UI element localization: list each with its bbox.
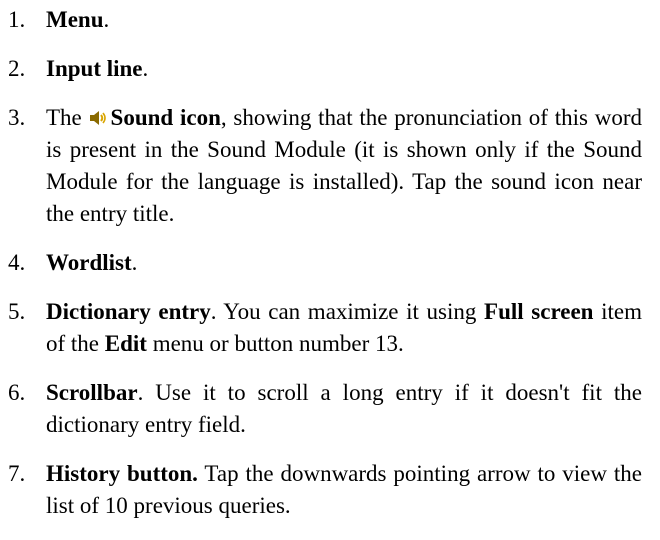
item-description: . You can maximize it using (210, 299, 485, 324)
item-number: 5. (8, 299, 26, 324)
item-text: Menu. (46, 4, 642, 36)
item-text: The Sound icon, showing that the pronunc… (46, 102, 642, 230)
item-title: Input line (46, 56, 143, 81)
item-title: Scrollbar (46, 380, 138, 405)
item-title: Dictionary entry (46, 299, 211, 324)
item-number: 1. (8, 7, 26, 32)
item-prefix: The (46, 105, 89, 130)
full-screen-term: Full screen (484, 299, 594, 324)
item-description: . (131, 250, 138, 275)
item-number: 4. (8, 250, 26, 275)
edit-menu-term: Edit (104, 331, 147, 356)
item-text: Input line. (46, 53, 642, 85)
item-title: Wordlist (46, 250, 132, 275)
list-item-history-button: 7. History button. Tap the downwards poi… (0, 458, 660, 522)
item-number: 3. (8, 105, 26, 130)
list-item-dictionary-entry: 5. Dictionary entry. You can maximize it… (0, 296, 660, 360)
list-item-menu: 1. Menu. (0, 4, 660, 36)
item-number: 7. (8, 461, 26, 486)
item-text: Wordlist. (46, 247, 642, 279)
item-text: History button. Tap the downwards pointi… (46, 458, 642, 522)
item-title: History button. (46, 461, 198, 486)
item-description: . (103, 7, 110, 32)
item-text: Scrollbar. Use it to scroll a long entry… (46, 377, 642, 441)
item-text: Dictionary entry. You can maximize it us… (46, 296, 642, 360)
list-item-wordlist: 4. Wordlist. (0, 247, 660, 279)
item-title: Sound icon (110, 105, 221, 130)
item-number: 2. (8, 56, 26, 81)
item-title: Menu (46, 7, 104, 32)
item-number: 6. (8, 380, 26, 405)
numbered-list: 1. Menu. 2. Input line. 3. The Sound ico… (0, 0, 660, 522)
list-item-scrollbar: 6. Scrollbar. Use it to scroll a long en… (0, 377, 660, 441)
item-description: . (142, 56, 149, 81)
speaker-icon (89, 111, 106, 125)
list-item-input-line: 2. Input line. (0, 53, 660, 85)
list-item-sound-icon: 3. The Sound icon, showing that the pron… (0, 102, 660, 230)
item-description-3: menu or button number 13. (146, 331, 404, 356)
